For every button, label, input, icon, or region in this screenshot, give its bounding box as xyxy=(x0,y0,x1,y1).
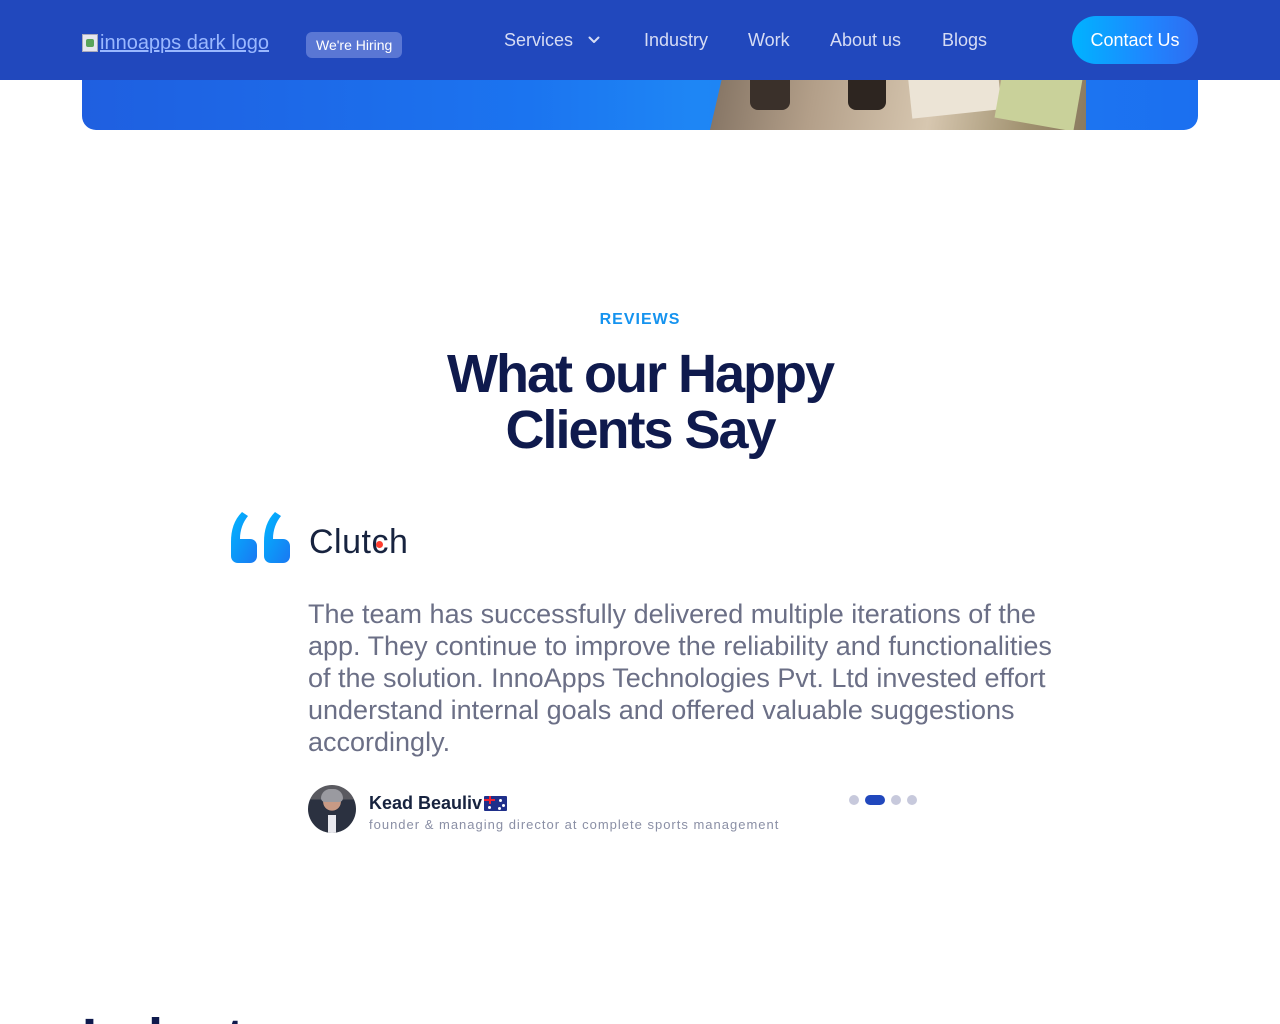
nav-about[interactable]: About us xyxy=(830,28,901,52)
reviewer-name: Kead Beauliv xyxy=(369,792,483,813)
next-section-heading: Industr xyxy=(82,1010,265,1024)
australia-flag-icon xyxy=(484,796,507,811)
review-line: app. They continue to improve the reliab… xyxy=(308,631,1052,661)
site-logo-link[interactable]: innoapps dark logo xyxy=(82,30,269,56)
review-line: accordingly. xyxy=(308,727,451,757)
review-quote: The team has successfully delivered mult… xyxy=(308,598,1060,758)
section-title-line1: What our Happy xyxy=(447,344,835,404)
carousel-dot-active[interactable] xyxy=(865,795,885,805)
reviewer-role: founder & managing director at complete … xyxy=(369,817,780,832)
section-title-line2: Clients Say xyxy=(505,400,776,460)
clutch-logo: Clutch xyxy=(309,522,408,562)
carousel-dots xyxy=(849,795,923,805)
carousel-dot[interactable] xyxy=(907,795,917,805)
carousel-dot[interactable] xyxy=(891,795,901,805)
clutch-logo-text: Clutch xyxy=(309,522,409,561)
site-header: innoapps dark logo We're Hiring Services… xyxy=(0,0,1280,80)
review-line: understand internal goals and offered va… xyxy=(308,695,1015,725)
clutch-logo-dot xyxy=(376,541,383,548)
section-eyebrow: REVIEWS xyxy=(599,311,681,328)
carousel-dot[interactable] xyxy=(849,795,859,805)
contact-us-button[interactable]: Contact Us xyxy=(1072,16,1198,64)
nav-blogs[interactable]: Blogs xyxy=(942,28,987,52)
nav-industry[interactable]: Industry xyxy=(644,28,708,52)
quote-icon xyxy=(231,512,290,563)
nav-services-label: Services xyxy=(504,29,574,50)
section-title: What our Happy Clients Say xyxy=(0,346,1280,458)
review-line: of the solution. InnoApps Technologies P… xyxy=(308,663,1046,693)
logo-alt-text: innoapps dark logo xyxy=(100,31,270,54)
nav-services[interactable]: Services xyxy=(504,28,601,52)
reviewer-avatar xyxy=(308,785,356,833)
nav-work[interactable]: Work xyxy=(748,28,790,52)
review-line: The team has successfully delivered mult… xyxy=(308,599,1036,629)
broken-image-icon xyxy=(82,34,98,52)
chevron-down-icon xyxy=(587,33,601,47)
hiring-badge[interactable]: We're Hiring xyxy=(306,32,403,58)
